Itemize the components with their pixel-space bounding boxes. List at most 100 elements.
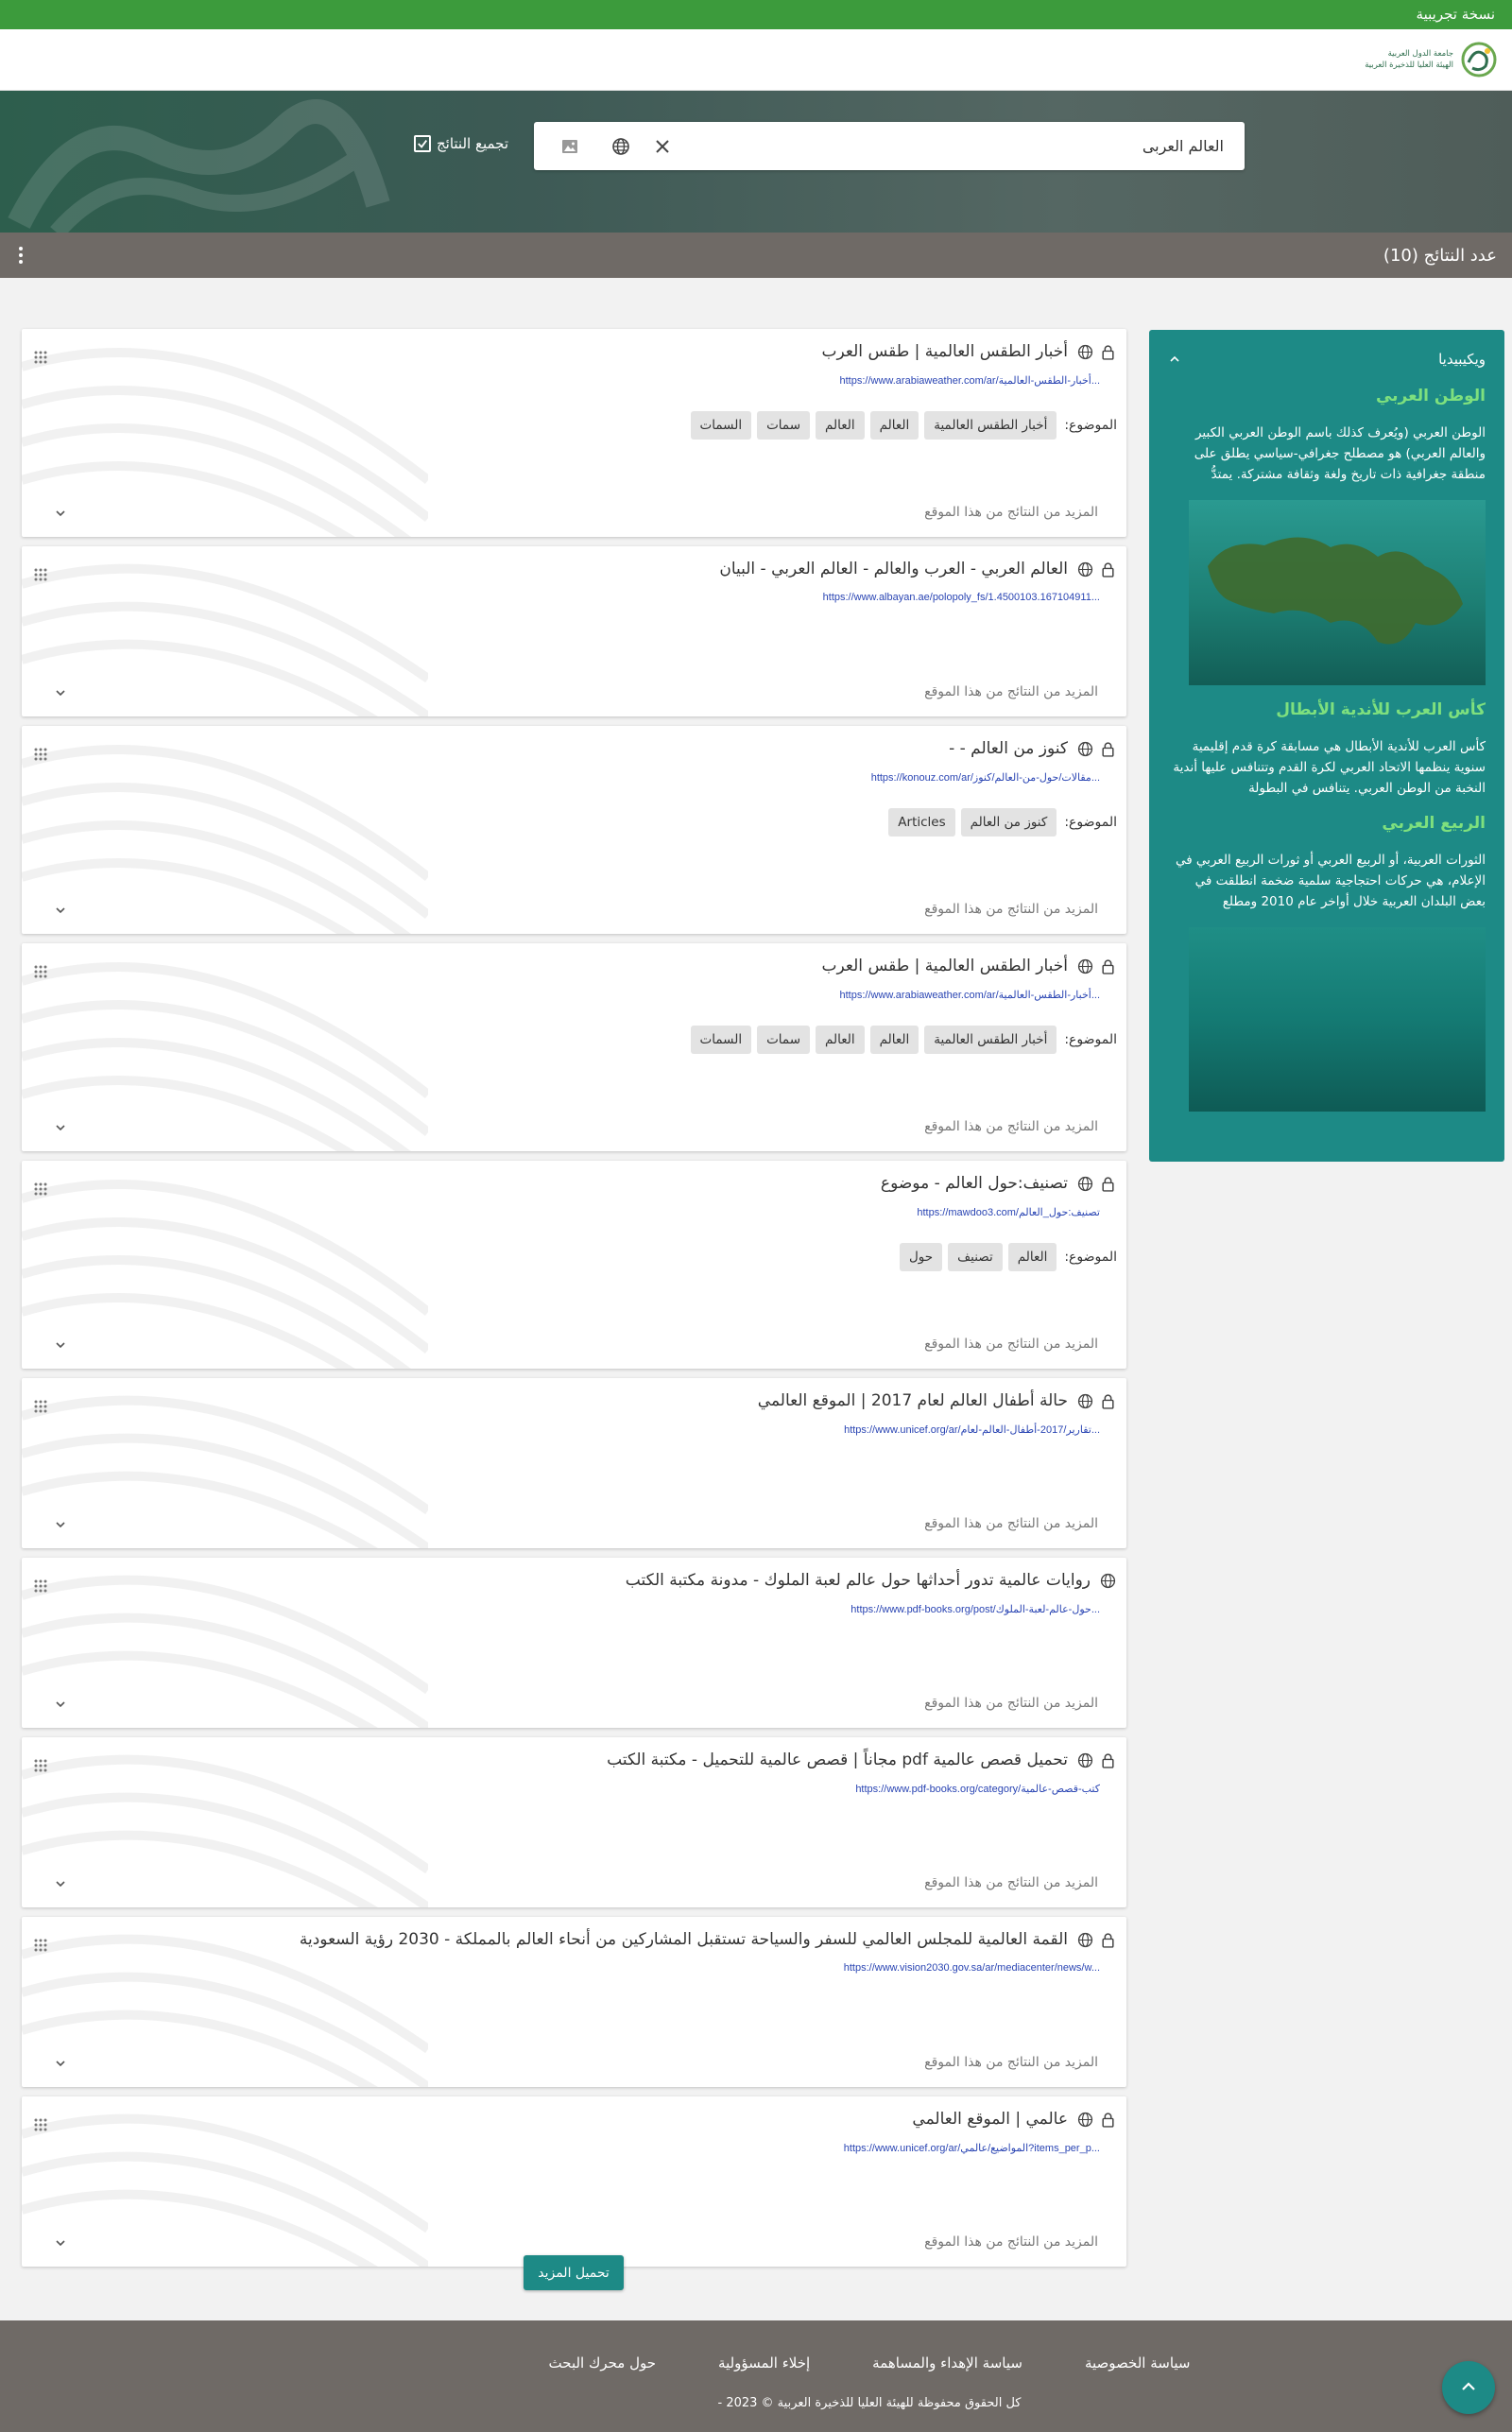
more-from-site-link[interactable]: المزيد من النتائج من هذا الموقع: [924, 684, 1098, 699]
chevron-down-icon[interactable]: [54, 1121, 67, 1134]
result-url[interactable]: https://www.pdf-books.org/category/كتب-ق…: [31, 1783, 1100, 1795]
tag-chip[interactable]: تصنيف: [948, 1243, 1003, 1271]
beta-banner: نسخة تجريبية: [0, 0, 1512, 29]
result-url[interactable]: https://www.unicef.org/ar/تقارير/2017-أط…: [31, 1423, 1100, 1436]
tag-chip[interactable]: أخبار الطقس العالمية: [924, 1026, 1057, 1054]
chevron-down-icon[interactable]: [54, 507, 67, 520]
tag-chip[interactable]: العالم: [1007, 1243, 1057, 1271]
chevron-up-icon[interactable]: [1168, 353, 1181, 366]
more-from-site-link[interactable]: المزيد من النتائج من هذا الموقع: [924, 2234, 1098, 2250]
wikipedia-panel: ويكيبيديا الوطن العربي الوطن العربي (ويُ…: [1149, 330, 1504, 1162]
more-from-site-link[interactable]: المزيد من النتائج من هذا الموقع: [924, 1337, 1098, 1352]
result-url[interactable]: https://www.albayan.ae/polopoly_fs/1.450…: [31, 592, 1100, 603]
image-search-button[interactable]: [555, 131, 585, 162]
tags-label: الموضوع:: [1064, 815, 1117, 830]
lock-icon: [1098, 1751, 1117, 1769]
more-from-site-link[interactable]: المزيد من النتائج من هذا الموقع: [924, 2055, 1098, 2070]
tag-chip[interactable]: Articles: [888, 808, 955, 837]
wiki-entry-title[interactable]: كأس العرب للأندية الأبطال: [1168, 700, 1486, 719]
search-input[interactable]: [689, 137, 1224, 155]
chevron-down-icon[interactable]: [54, 2057, 67, 2070]
result-title[interactable]: عالمي | الموقع العالمي: [912, 2110, 1068, 2129]
result-card: عالمي | الموقع العالمي https://www.unice…: [22, 2096, 1126, 2267]
more-from-site-link[interactable]: المزيد من النتائج من هذا الموقع: [924, 902, 1098, 917]
globe-icon: [1075, 560, 1094, 578]
more-from-site-link[interactable]: المزيد من النتائج من هذا الموقع: [924, 1875, 1098, 1890]
globe-icon: [1075, 1391, 1094, 1410]
result-card: روايات عالمية تدور أحداثها حول عالم لعبة…: [22, 1558, 1126, 1728]
wiki-entry-text: كأس العرب للأندية الأبطال هي مسابقة كرة …: [1173, 739, 1486, 796]
wiki-entry-title[interactable]: الربيع العربي: [1168, 814, 1486, 833]
result-url[interactable]: https://www.vision2030.gov.sa/ar/mediace…: [31, 1962, 1100, 1974]
more-from-site-link[interactable]: المزيد من النتائج من هذا الموقع: [924, 1696, 1098, 1711]
load-more-button[interactable]: تحميل المزيد: [524, 2255, 624, 2290]
copyright: كل الحقوق محفوظة للهيئة العليا للذخيرة ا…: [717, 2396, 1022, 2410]
result-title[interactable]: القمة العالمية للمجلس العالمي للسفر والس…: [300, 1930, 1068, 1949]
tag-chip[interactable]: السمات: [690, 1026, 752, 1054]
globe-icon: [1075, 1174, 1094, 1193]
wiki-entry-title[interactable]: الوطن العربي: [1168, 387, 1486, 405]
globe-icon: [1098, 1571, 1117, 1590]
clear-search-button[interactable]: [647, 131, 678, 162]
result-title[interactable]: تحميل قصص عالمية pdf مجاناً | قصص عالمية…: [607, 1751, 1068, 1769]
result-url[interactable]: https://konouz.com/ar/مقالات/حول-من-العا…: [31, 771, 1100, 784]
result-title[interactable]: العالم العربي - العرب والعالم - العالم ا…: [719, 560, 1068, 578]
result-title[interactable]: تصنيف:حول العالم - موضوع: [881, 1174, 1068, 1193]
chevron-down-icon[interactable]: [54, 686, 67, 699]
result-title[interactable]: كنوز من العالم - -: [949, 739, 1068, 758]
result-title[interactable]: روايات عالمية تدور أحداثها حول عالم لعبة…: [626, 1571, 1091, 1590]
lock-icon: [1098, 957, 1117, 975]
scroll-to-top-button[interactable]: [1442, 2361, 1495, 2414]
result-title[interactable]: أخبار الطقس العالمية | طقس العرب: [822, 957, 1068, 975]
tag-chip[interactable]: العالم: [869, 1026, 919, 1054]
beta-label: نسخة تجريبية: [1416, 6, 1495, 23]
more-from-site-link[interactable]: المزيد من النتائج من هذا الموقع: [924, 1119, 1098, 1134]
group-results-checkbox[interactable]: [413, 135, 431, 152]
result-url[interactable]: https://www.pdf-books.org/post/حول-عالم-…: [31, 1603, 1100, 1615]
chevron-down-icon[interactable]: [54, 1518, 67, 1531]
result-url[interactable]: https://www.arabiaweather.com/ar/أخبار-ا…: [31, 989, 1101, 1001]
arrow-up-icon: [1462, 2382, 1475, 2390]
chevron-down-icon[interactable]: [54, 1698, 67, 1711]
result-url[interactable]: https://www.unicef.org/ar/المواضيع/عالمي…: [31, 2142, 1100, 2154]
more-options-icon[interactable]: [19, 247, 23, 264]
logo-line-2: الهيئة العليا للذخيرة العربية: [1365, 60, 1453, 70]
result-title[interactable]: أخبار الطقس العالمية | طقس العرب: [822, 342, 1068, 361]
site-logo[interactable]: جامعة الدول العربية الهيئة العليا للذخير…: [1365, 40, 1499, 79]
checkmark-icon: [418, 140, 428, 148]
more-from-site-link[interactable]: المزيد من النتائج من هذا الموقع: [924, 1516, 1098, 1531]
lock-icon: [1098, 342, 1117, 361]
chevron-down-icon[interactable]: [54, 904, 67, 917]
result-url[interactable]: https://www.arabiaweather.com/ar/أخبار-ا…: [31, 374, 1101, 387]
close-icon: [656, 139, 669, 153]
more-from-site-link[interactable]: المزيد من النتائج من هذا الموقع: [924, 505, 1098, 520]
chevron-down-icon[interactable]: [54, 2236, 67, 2250]
tag-chip[interactable]: حول: [900, 1243, 943, 1271]
footer-link-disclaimer[interactable]: إخلاء المسؤولية: [718, 2354, 810, 2372]
lock-icon: [1098, 739, 1117, 758]
tag-chip[interactable]: العالم: [869, 411, 919, 440]
tag-chip[interactable]: السمات: [690, 411, 752, 440]
lock-icon: [1098, 1930, 1117, 1949]
footer-link-donation-policy[interactable]: سياسة الإهداء والمساهمة: [872, 2354, 1022, 2372]
chevron-down-icon[interactable]: [54, 1877, 67, 1890]
result-title[interactable]: حالة أطفال العالم لعام 2017 | الموقع الع…: [758, 1391, 1068, 1410]
map-shape: [1208, 537, 1463, 645]
group-results-toggle[interactable]: تجميع النتائج: [413, 135, 508, 152]
result-url[interactable]: https://mawdoo3.com/تصنيف:حول_العالم: [31, 1206, 1100, 1218]
result-card: العالم العربي - العرب والعالم - العالم ا…: [22, 546, 1126, 716]
search-hero: تجميع النتائج: [0, 91, 1512, 233]
tag-chip[interactable]: العالم: [816, 1026, 865, 1054]
tag-chip[interactable]: العالم: [816, 411, 865, 440]
result-tags: الموضوع: أخبار الطقس العالمية العالم الع…: [31, 411, 1117, 440]
result-card: تحميل قصص عالمية pdf مجاناً | قصص عالمية…: [22, 1737, 1126, 1907]
tag-chip[interactable]: كنوز من العالم: [960, 808, 1057, 837]
tag-chip[interactable]: أخبار الطقس العالمية: [924, 411, 1057, 440]
tag-chip[interactable]: سمات: [757, 1026, 811, 1054]
result-tags: الموضوع: العالم تصنيف حول: [31, 1243, 1117, 1271]
footer-link-about[interactable]: حول محرك البحث: [549, 2354, 657, 2372]
footer-link-privacy[interactable]: سياسة الخصوصية: [1085, 2354, 1191, 2372]
chevron-down-icon[interactable]: [54, 1338, 67, 1352]
tag-chip[interactable]: سمات: [757, 411, 811, 440]
web-search-button[interactable]: [606, 131, 636, 162]
